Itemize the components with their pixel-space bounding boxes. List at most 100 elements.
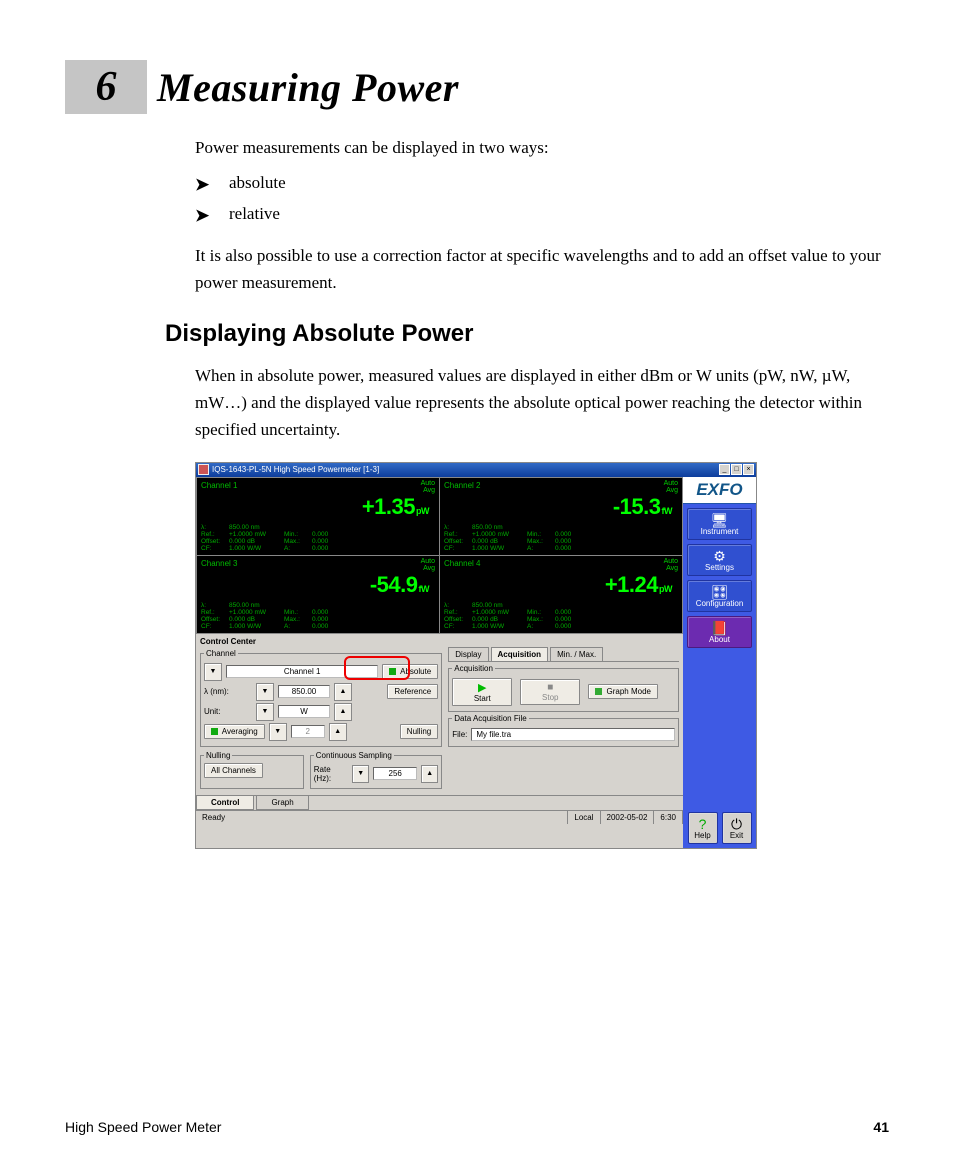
unit-label: Unit: [204, 707, 252, 716]
control-center-title: Control Center [196, 634, 683, 647]
channel-legend: Channel [204, 649, 238, 658]
page-footer: High Speed Power Meter 41 [65, 1119, 889, 1135]
nulling-button[interactable]: Nulling [400, 724, 438, 739]
channel-name: Channel 1 [201, 481, 435, 490]
minimize-button[interactable]: _ [719, 464, 730, 475]
nulling-legend: Nulling [204, 751, 232, 760]
window-titlebar[interactable]: IQS-1643-PL-5N High Speed Powermeter [1-… [196, 463, 756, 477]
intro-paragraph: Power measurements can be displayed in t… [195, 134, 889, 161]
lambda-up[interactable]: ▲ [334, 683, 352, 701]
channel-dropdown[interactable]: ▼ [204, 663, 222, 681]
avg-down[interactable]: ▼ [269, 723, 287, 741]
start-button[interactable]: ▶ Start [452, 678, 512, 706]
unit-input[interactable]: W [278, 705, 330, 718]
rate-label: Rate (Hz): [314, 765, 348, 783]
rate-input[interactable]: 256 [373, 767, 417, 780]
tab-display[interactable]: Display [448, 647, 488, 661]
file-group: Data Acquisition File File: My file.tra [448, 714, 679, 747]
channel-name: Channel 3 [201, 559, 435, 568]
list-item: relative [195, 200, 889, 227]
nav-instrument[interactable]: 🖥 Instrument [687, 508, 752, 540]
status-date: 2002-05-02 [601, 811, 655, 824]
stop-icon: ■ [527, 682, 573, 693]
play-icon: ▶ [459, 681, 505, 694]
avg-up[interactable]: ▲ [329, 723, 347, 741]
close-button[interactable]: × [743, 464, 754, 475]
status-ready: Ready [196, 811, 568, 824]
graph-indicator-icon [595, 688, 602, 695]
gear-icon: ⚙ [713, 549, 726, 563]
tab-control[interactable]: Control [196, 796, 254, 810]
help-button[interactable]: ? Help [688, 812, 718, 844]
nulling-group: Nulling All Channels [200, 751, 304, 789]
channel-name: Channel 2 [444, 481, 678, 490]
page-number: 41 [873, 1119, 889, 1135]
power-icon: ⏻ [731, 817, 742, 831]
file-label: File: [452, 730, 467, 739]
reference-button[interactable]: Reference [387, 684, 438, 699]
averaging-indicator-icon [211, 728, 218, 735]
lambda-down[interactable]: ▼ [256, 683, 274, 701]
channel-panel: Channel 2 AutoAvg -15.3fW λ:850.00 nm Re… [440, 478, 682, 555]
chapter-title: Measuring Power [157, 64, 459, 111]
status-local: Local [568, 811, 600, 824]
rate-down[interactable]: ▼ [352, 765, 369, 783]
acquisition-group: Acquisition ▶ Start ■ Stop [448, 664, 679, 712]
acquisition-legend: Acquisition [452, 664, 495, 673]
sliders-icon: 🎛 [711, 585, 729, 599]
status-time: 6:30 [654, 811, 683, 824]
channel-reading: -15.3fW [444, 490, 678, 522]
app-icon [198, 464, 209, 475]
section-heading: Displaying Absolute Power [165, 320, 889, 348]
nav-settings[interactable]: ⚙ Settings [687, 544, 752, 576]
status-bar: Ready Local 2002-05-02 6:30 [196, 810, 683, 824]
channel-panel: Channel 3 AutoAvg -54.9fW λ:850.00 nm Re… [197, 556, 439, 633]
nav-about[interactable]: 📕 About [687, 616, 752, 648]
channel-reading: -54.9fW [201, 568, 435, 600]
unit-up[interactable]: ▲ [334, 703, 352, 721]
book-icon: 📕 [711, 621, 728, 635]
section-paragraph: When in absolute power, measured values … [195, 362, 889, 444]
channel-reading: +1.35pW [201, 490, 435, 522]
intro-paragraph-2: It is also possible to use a correction … [195, 242, 889, 296]
maximize-button[interactable]: □ [731, 464, 742, 475]
unit-down[interactable]: ▼ [256, 703, 274, 721]
sampling-legend: Continuous Sampling [314, 751, 394, 760]
channel-name: Channel 4 [444, 559, 678, 568]
tab-acquisition[interactable]: Acquisition [491, 647, 549, 661]
chapter-heading: 6 Measuring Power [65, 60, 889, 114]
all-channels-button[interactable]: All Channels [204, 763, 263, 778]
list-item: absolute [195, 169, 889, 196]
avg-input[interactable]: 2 [291, 725, 325, 738]
nav-configuration[interactable]: 🎛 Configuration [687, 580, 752, 612]
footer-title: High Speed Power Meter [65, 1119, 221, 1135]
channel-grid: Channel 1 AutoAvg +1.35pW λ:850.00 nm Re… [196, 477, 683, 634]
tab-graph[interactable]: Graph [256, 796, 308, 810]
lambda-input[interactable]: 850.00 [278, 685, 330, 698]
app-screenshot: IQS-1643-PL-5N High Speed Powermeter [1-… [195, 462, 757, 849]
chapter-number: 6 [65, 60, 147, 114]
graph-mode-button[interactable]: Graph Mode [588, 684, 658, 699]
exfo-logo: EXFO [683, 477, 756, 504]
help-icon: ? [699, 817, 707, 831]
window-title: IQS-1643-PL-5N High Speed Powermeter [1-… [212, 465, 379, 474]
lambda-label: λ (nm): [204, 687, 252, 696]
acq-tabs: Display Acquisition Min. / Max. [448, 647, 679, 662]
tab-minmax[interactable]: Min. / Max. [550, 647, 603, 661]
bottom-tabs: Control Graph [196, 795, 683, 810]
averaging-button[interactable]: Averaging [204, 724, 265, 739]
exit-button[interactable]: ⏻ Exit [722, 812, 752, 844]
stop-button[interactable]: ■ Stop [520, 679, 580, 705]
channel-panel: Channel 4 AutoAvg +1.24pW λ:850.00 nm Re… [440, 556, 682, 633]
file-input[interactable]: My file.tra [471, 728, 675, 741]
channel-panel: Channel 1 AutoAvg +1.35pW λ:850.00 nm Re… [197, 478, 439, 555]
rate-up[interactable]: ▲ [421, 765, 438, 783]
monitor-icon: 🖥 [711, 513, 729, 527]
sampling-group: Continuous Sampling Rate (Hz): ▼ 256 ▲ [310, 751, 443, 789]
channel-params: λ:850.00 nm Ref.:+1.0000 mWMin.:0.000 Of… [201, 524, 435, 552]
display-modes-list: absolute relative [195, 169, 889, 227]
file-legend: Data Acquisition File [452, 714, 528, 723]
channel-reading: +1.24pW [444, 568, 678, 600]
sidebar: EXFO 🖥 Instrument ⚙ Settings 🎛 Configura… [683, 477, 756, 848]
highlight-absolute [344, 656, 410, 680]
